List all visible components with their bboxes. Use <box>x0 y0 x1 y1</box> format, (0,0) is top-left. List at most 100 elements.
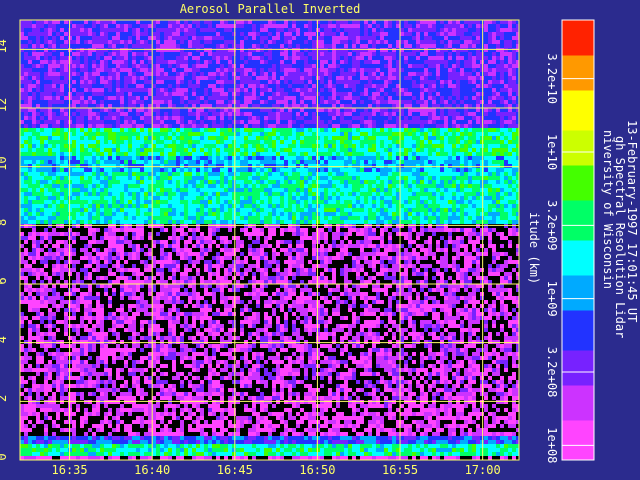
heat-cell <box>228 100 232 104</box>
heat-cell <box>244 68 248 72</box>
heat-cell <box>508 80 512 84</box>
heat-cell <box>20 128 24 132</box>
heat-cell <box>324 60 328 64</box>
heat-cell <box>212 132 216 136</box>
heat-cell <box>36 44 40 48</box>
heat-cell <box>116 104 120 108</box>
heat-cell <box>172 92 176 96</box>
heat-cell <box>44 92 48 96</box>
heat-cell <box>188 116 192 120</box>
heat-cell <box>448 116 452 120</box>
heat-cell <box>36 168 40 172</box>
heat-cell <box>260 108 264 112</box>
heat-cell <box>412 28 416 32</box>
heat-cell <box>92 156 96 160</box>
heat-cell <box>284 48 288 52</box>
heat-cell <box>180 132 184 136</box>
heat-cell <box>252 172 256 176</box>
heat-cell <box>476 148 480 152</box>
heat-cell <box>220 132 224 136</box>
heat-cell <box>460 128 464 132</box>
heat-cell <box>48 120 52 124</box>
heat-cell <box>336 36 340 40</box>
heat-cell <box>168 108 172 112</box>
heat-cell <box>316 68 320 72</box>
heat-cell <box>248 44 252 48</box>
heat-cell <box>432 124 436 128</box>
heat-cell <box>176 156 180 160</box>
heat-cell <box>168 80 172 84</box>
heat-cell <box>412 152 416 156</box>
heat-cell <box>300 92 304 96</box>
heat-cell <box>240 176 244 180</box>
heat-cell <box>36 152 40 156</box>
heat-cell <box>120 24 124 28</box>
heat-cell <box>492 172 496 176</box>
heat-cell <box>20 20 24 24</box>
heat-cell <box>84 104 88 108</box>
heat-cell <box>448 24 452 28</box>
heat-cell <box>388 124 392 128</box>
heat-cell <box>436 132 440 136</box>
heat-cell <box>380 80 384 84</box>
heat-cell <box>288 40 292 44</box>
heat-cell <box>192 156 196 160</box>
heat-cell <box>256 20 260 24</box>
heat-cell <box>192 36 196 40</box>
heat-cell <box>432 152 436 156</box>
heat-cell <box>204 176 208 180</box>
heat-cell <box>452 100 456 104</box>
heat-cell <box>220 44 224 48</box>
heat-cell <box>428 124 432 128</box>
heat-cell <box>440 52 444 56</box>
heat-cell <box>408 40 412 44</box>
heat-cell <box>380 172 384 176</box>
heat-cell <box>284 132 288 136</box>
heat-cell <box>288 112 292 116</box>
heat-cell <box>360 20 364 24</box>
heat-cell <box>424 172 428 176</box>
heat-cell <box>192 124 196 128</box>
heat-cell <box>324 124 328 128</box>
heat-cell <box>444 68 448 72</box>
heat-cell <box>320 68 324 72</box>
heat-cell <box>488 88 492 92</box>
heat-cell <box>464 64 468 68</box>
heat-cell <box>368 76 372 80</box>
heat-cell <box>448 36 452 40</box>
heat-cell <box>156 104 160 108</box>
heat-cell <box>236 48 240 52</box>
heat-cell <box>364 48 368 52</box>
heat-cell <box>232 52 236 56</box>
heat-cell <box>460 28 464 32</box>
heat-cell <box>440 72 444 76</box>
heat-cell <box>92 44 96 48</box>
heat-cell <box>316 28 320 32</box>
heat-cell <box>360 84 364 88</box>
heat-cell <box>80 112 84 116</box>
heat-cell <box>452 152 456 156</box>
heat-cell <box>436 116 440 120</box>
heat-cell <box>316 64 320 68</box>
heat-cell <box>500 100 504 104</box>
heat-cell <box>420 28 424 32</box>
heat-cell <box>512 92 516 96</box>
heat-cell <box>140 156 144 160</box>
heat-cell <box>60 32 64 36</box>
heat-cell <box>432 28 436 32</box>
heat-cell <box>140 120 144 124</box>
heat-cell <box>232 120 236 124</box>
heat-cell <box>164 148 168 152</box>
heat-cell <box>512 64 516 68</box>
heat-cell <box>64 32 68 36</box>
heat-cell <box>492 40 496 44</box>
heat-cell <box>320 120 324 124</box>
heat-cell <box>368 168 372 172</box>
heat-cell <box>496 144 500 148</box>
heat-cell <box>384 128 388 132</box>
heat-cell <box>480 40 484 44</box>
heat-cell <box>500 24 504 28</box>
heat-cell <box>356 96 360 100</box>
heat-cell <box>504 168 508 172</box>
heat-cell <box>176 148 180 152</box>
